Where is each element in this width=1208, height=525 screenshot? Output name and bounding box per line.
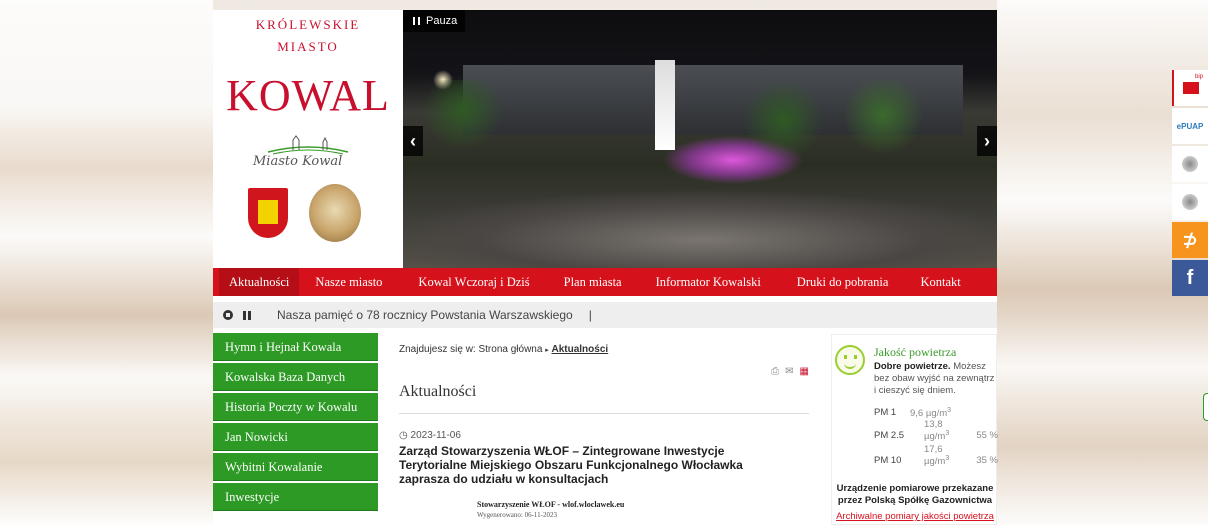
reading-unit: µg/m3 — [924, 455, 950, 468]
ticker-separator: | — [588, 308, 592, 322]
logo-script-text: Miasto Kowal — [253, 154, 343, 169]
sidemenu-item-baza-danych[interactable]: Kowalska Baza Danych — [213, 363, 378, 391]
page-container: KRÓLEWSKIE MIASTO KOWAL Miasto Kowal Pau… — [213, 10, 998, 525]
article-thumbnail[interactable]: Stowarzyszenie WŁOF - wlof.wloclawek.eu … — [477, 500, 809, 519]
main-content: Znajdujesz się w: Strona główna ▸ Aktual… — [399, 344, 809, 519]
sidemenu-item-historia-poczty[interactable]: Historia Poczty w Kowalu — [213, 393, 378, 421]
nav-item-aktualnosci[interactable]: Aktualności — [219, 268, 300, 296]
chevron-right-icon[interactable]: › — [977, 126, 997, 156]
pdf-icon[interactable]: ▦ — [800, 366, 809, 377]
smiley-icon — [835, 345, 865, 375]
reading-name: PM 1 — [874, 407, 897, 418]
royal-seal-icon — [309, 184, 361, 242]
email-icon[interactable]: ✉ — [785, 366, 793, 377]
article-date-text: 2023-11-06 — [410, 430, 461, 441]
slider-pause-label: Pauza — [426, 15, 458, 27]
article-title[interactable]: Zarząd Stowarzyszenia WŁOF – Zintegrowan… — [399, 444, 759, 486]
rss-icon: ⊅ — [1182, 229, 1198, 250]
ticker-text[interactable]: Nasza pamięć o 78 rocznicy Powstania War… — [277, 308, 573, 322]
pause-icon — [413, 17, 420, 25]
logo-city-name: KOWAL — [226, 71, 390, 120]
reading-name: PM 2.5 — [874, 430, 905, 441]
page-title: Aktualności — [399, 383, 809, 414]
nav-item-druki[interactable]: Druki do pobrania — [787, 268, 899, 296]
site-logo[interactable]: KRÓLEWSKIE MIASTO KOWAL Miasto Kowal — [213, 10, 403, 268]
archive-link[interactable]: Archiwalne pomiary jakości powietrza — [832, 511, 998, 522]
slider-statue — [655, 60, 675, 150]
logo-royal-line1: KRÓLEWSKIE — [255, 17, 361, 32]
thumbnail-line1: Stowarzyszenie WŁOF - wlof.wloclawek.eu — [477, 500, 625, 509]
article-tools: ⎙ ✉ ▦ — [771, 366, 809, 377]
eagle-icon — [1182, 194, 1198, 210]
logo-royal-line2: MIASTO — [277, 39, 339, 54]
air-quality-widget: Jakość powietrza Dobre powietrze. Możesz… — [831, 334, 998, 525]
logo-script-emblem: Miasto Kowal — [213, 130, 403, 180]
side-menu: Hymn i Hejnał Kowala Kowalska Baza Danyc… — [213, 333, 378, 513]
slider-trees — [403, 80, 997, 160]
image-slider[interactable]: Pauza ‹ › — [403, 10, 997, 268]
air-quality-title: Jakość powietrza — [874, 345, 957, 359]
stop-icon[interactable] — [223, 310, 233, 320]
side-buttons: ePUAP ⊅ f — [1172, 70, 1208, 298]
reading-sub: 13,8 — [924, 419, 943, 430]
breadcrumb-arrow-icon: ▸ — [545, 347, 549, 354]
reading-sub: 17,6 — [924, 444, 943, 455]
sidemenu-item-hymn[interactable]: Hymn i Hejnał Kowala — [213, 333, 378, 361]
sidemenu-item-inwestycje[interactable]: Inwestycje — [213, 483, 378, 511]
air-quality-status: Dobre powietrze. — [874, 361, 951, 372]
clock-icon: ◷ — [399, 430, 408, 441]
air-quality-description: Dobre powietrze. Możesz bez obaw wyjść n… — [874, 361, 996, 397]
bip-button[interactable] — [1172, 70, 1208, 106]
bip-icon — [1183, 74, 1203, 94]
breadcrumb: Znajdujesz się w: Strona główna ▸ Aktual… — [399, 344, 809, 355]
reading-value: 9,6 µg/m3 — [910, 407, 952, 420]
slider-pause-button[interactable]: Pauza — [403, 10, 465, 32]
pause-icon[interactable] — [243, 310, 251, 320]
article-date: ◷ 2023-11-06 — [399, 430, 809, 441]
epuap-label: ePUAP — [1176, 121, 1204, 131]
town-crest-icon — [248, 188, 288, 238]
nav-item-plan-miasta[interactable]: Plan miasta — [554, 268, 632, 296]
device-line1: Urządzenie pomiarowe przekazane — [836, 483, 994, 494]
sidemenu-item-wybitni[interactable]: Wybitni Kowalanie — [213, 453, 378, 481]
nav-item-kowal-wczoraj[interactable]: Kowal Wczoraj i Dziś — [408, 268, 539, 296]
chevron-left-icon[interactable]: ‹ — [403, 126, 423, 156]
reading-percent: 35 % — [976, 455, 998, 466]
nav-item-nasze-miasto[interactable]: Nasze miasto — [305, 268, 392, 296]
sidemenu-item-jan-nowicki[interactable]: Jan Nowicki — [213, 423, 378, 451]
edge-tab[interactable] — [1203, 393, 1208, 421]
background-left — [0, 0, 213, 525]
crests — [213, 180, 403, 250]
breadcrumb-prefix[interactable]: Znajdujesz się w: Strona główna — [399, 344, 542, 355]
breadcrumb-current[interactable]: Aktualności — [552, 344, 609, 355]
eagle-button-2[interactable] — [1172, 184, 1208, 220]
eagle-button-1[interactable] — [1172, 146, 1208, 182]
facebook-icon: f — [1186, 266, 1194, 289]
reading-unit: µg/m3 — [924, 430, 950, 443]
reading-percent: 55 % — [976, 430, 998, 441]
reading-name: PM 10 — [874, 455, 902, 466]
news-ticker: Nasza pamięć o 78 rocznicy Powstania War… — [213, 302, 997, 328]
main-navigation: Aktualności Nasze miasto Kowal Wczoraj i… — [213, 268, 997, 296]
epuap-button[interactable]: ePUAP — [1172, 108, 1208, 144]
rss-button[interactable]: ⊅ — [1172, 222, 1208, 258]
nav-item-informator[interactable]: Informator Kowalski — [646, 268, 771, 296]
eagle-icon — [1182, 156, 1198, 172]
device-line2: przez Polską Spółkę Gazownictwa — [837, 495, 993, 506]
device-info: Urządzenie pomiarowe przekazane przez Po… — [832, 483, 998, 507]
print-icon[interactable]: ⎙ — [771, 366, 779, 377]
facebook-button[interactable]: f — [1172, 260, 1208, 296]
thumbnail-line2: Wygenerowano: 06-11-2023 — [477, 511, 557, 519]
nav-item-kontakt[interactable]: Kontakt — [910, 268, 970, 296]
